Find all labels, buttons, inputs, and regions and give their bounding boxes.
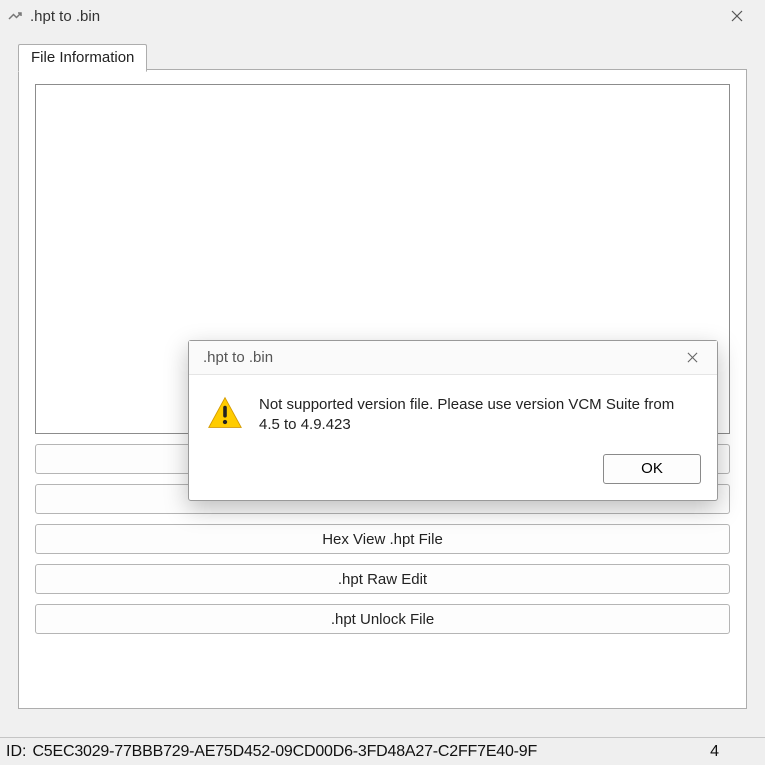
button-label: .hpt Unlock File (331, 611, 434, 628)
dialog-close-button[interactable] (677, 345, 707, 371)
dialog-body: Not supported version file. Please use v… (189, 375, 717, 448)
app-icon (6, 7, 24, 25)
tab-file-information[interactable]: File Information (18, 44, 147, 72)
warning-icon (207, 395, 243, 431)
dialog-titlebar: .hpt to .bin (189, 341, 717, 375)
ok-button[interactable]: OK (603, 454, 701, 484)
window-close-button[interactable] (715, 2, 759, 30)
hex-view-button[interactable]: Hex View .hpt File (35, 524, 730, 554)
tab-label: File Information (31, 49, 134, 66)
ok-button-label: OK (641, 460, 663, 477)
button-label: Hex View .hpt File (322, 531, 443, 548)
id-value: C5EC3029-77BBB729-AE75D452-09CD00D6-3FD4… (32, 743, 537, 761)
dialog-title: .hpt to .bin (203, 349, 677, 366)
tab-strip: File Information (18, 44, 747, 70)
raw-edit-button[interactable]: .hpt Raw Edit (35, 564, 730, 594)
button-label: .hpt Raw Edit (338, 571, 427, 588)
message-dialog: .hpt to .bin Not supported version file.… (188, 340, 718, 501)
window-title: .hpt to .bin (30, 8, 715, 25)
titlebar: .hpt to .bin (0, 0, 765, 32)
statusbar: ID: C5EC3029-77BBB729-AE75D452-09CD00D6-… (0, 737, 765, 765)
dialog-message: Not supported version file. Please use v… (259, 395, 699, 436)
id-label: ID: (6, 743, 26, 761)
dialog-footer: OK (189, 448, 717, 500)
unlock-file-button[interactable]: .hpt Unlock File (35, 604, 730, 634)
status-trailing: 4 (710, 743, 759, 761)
